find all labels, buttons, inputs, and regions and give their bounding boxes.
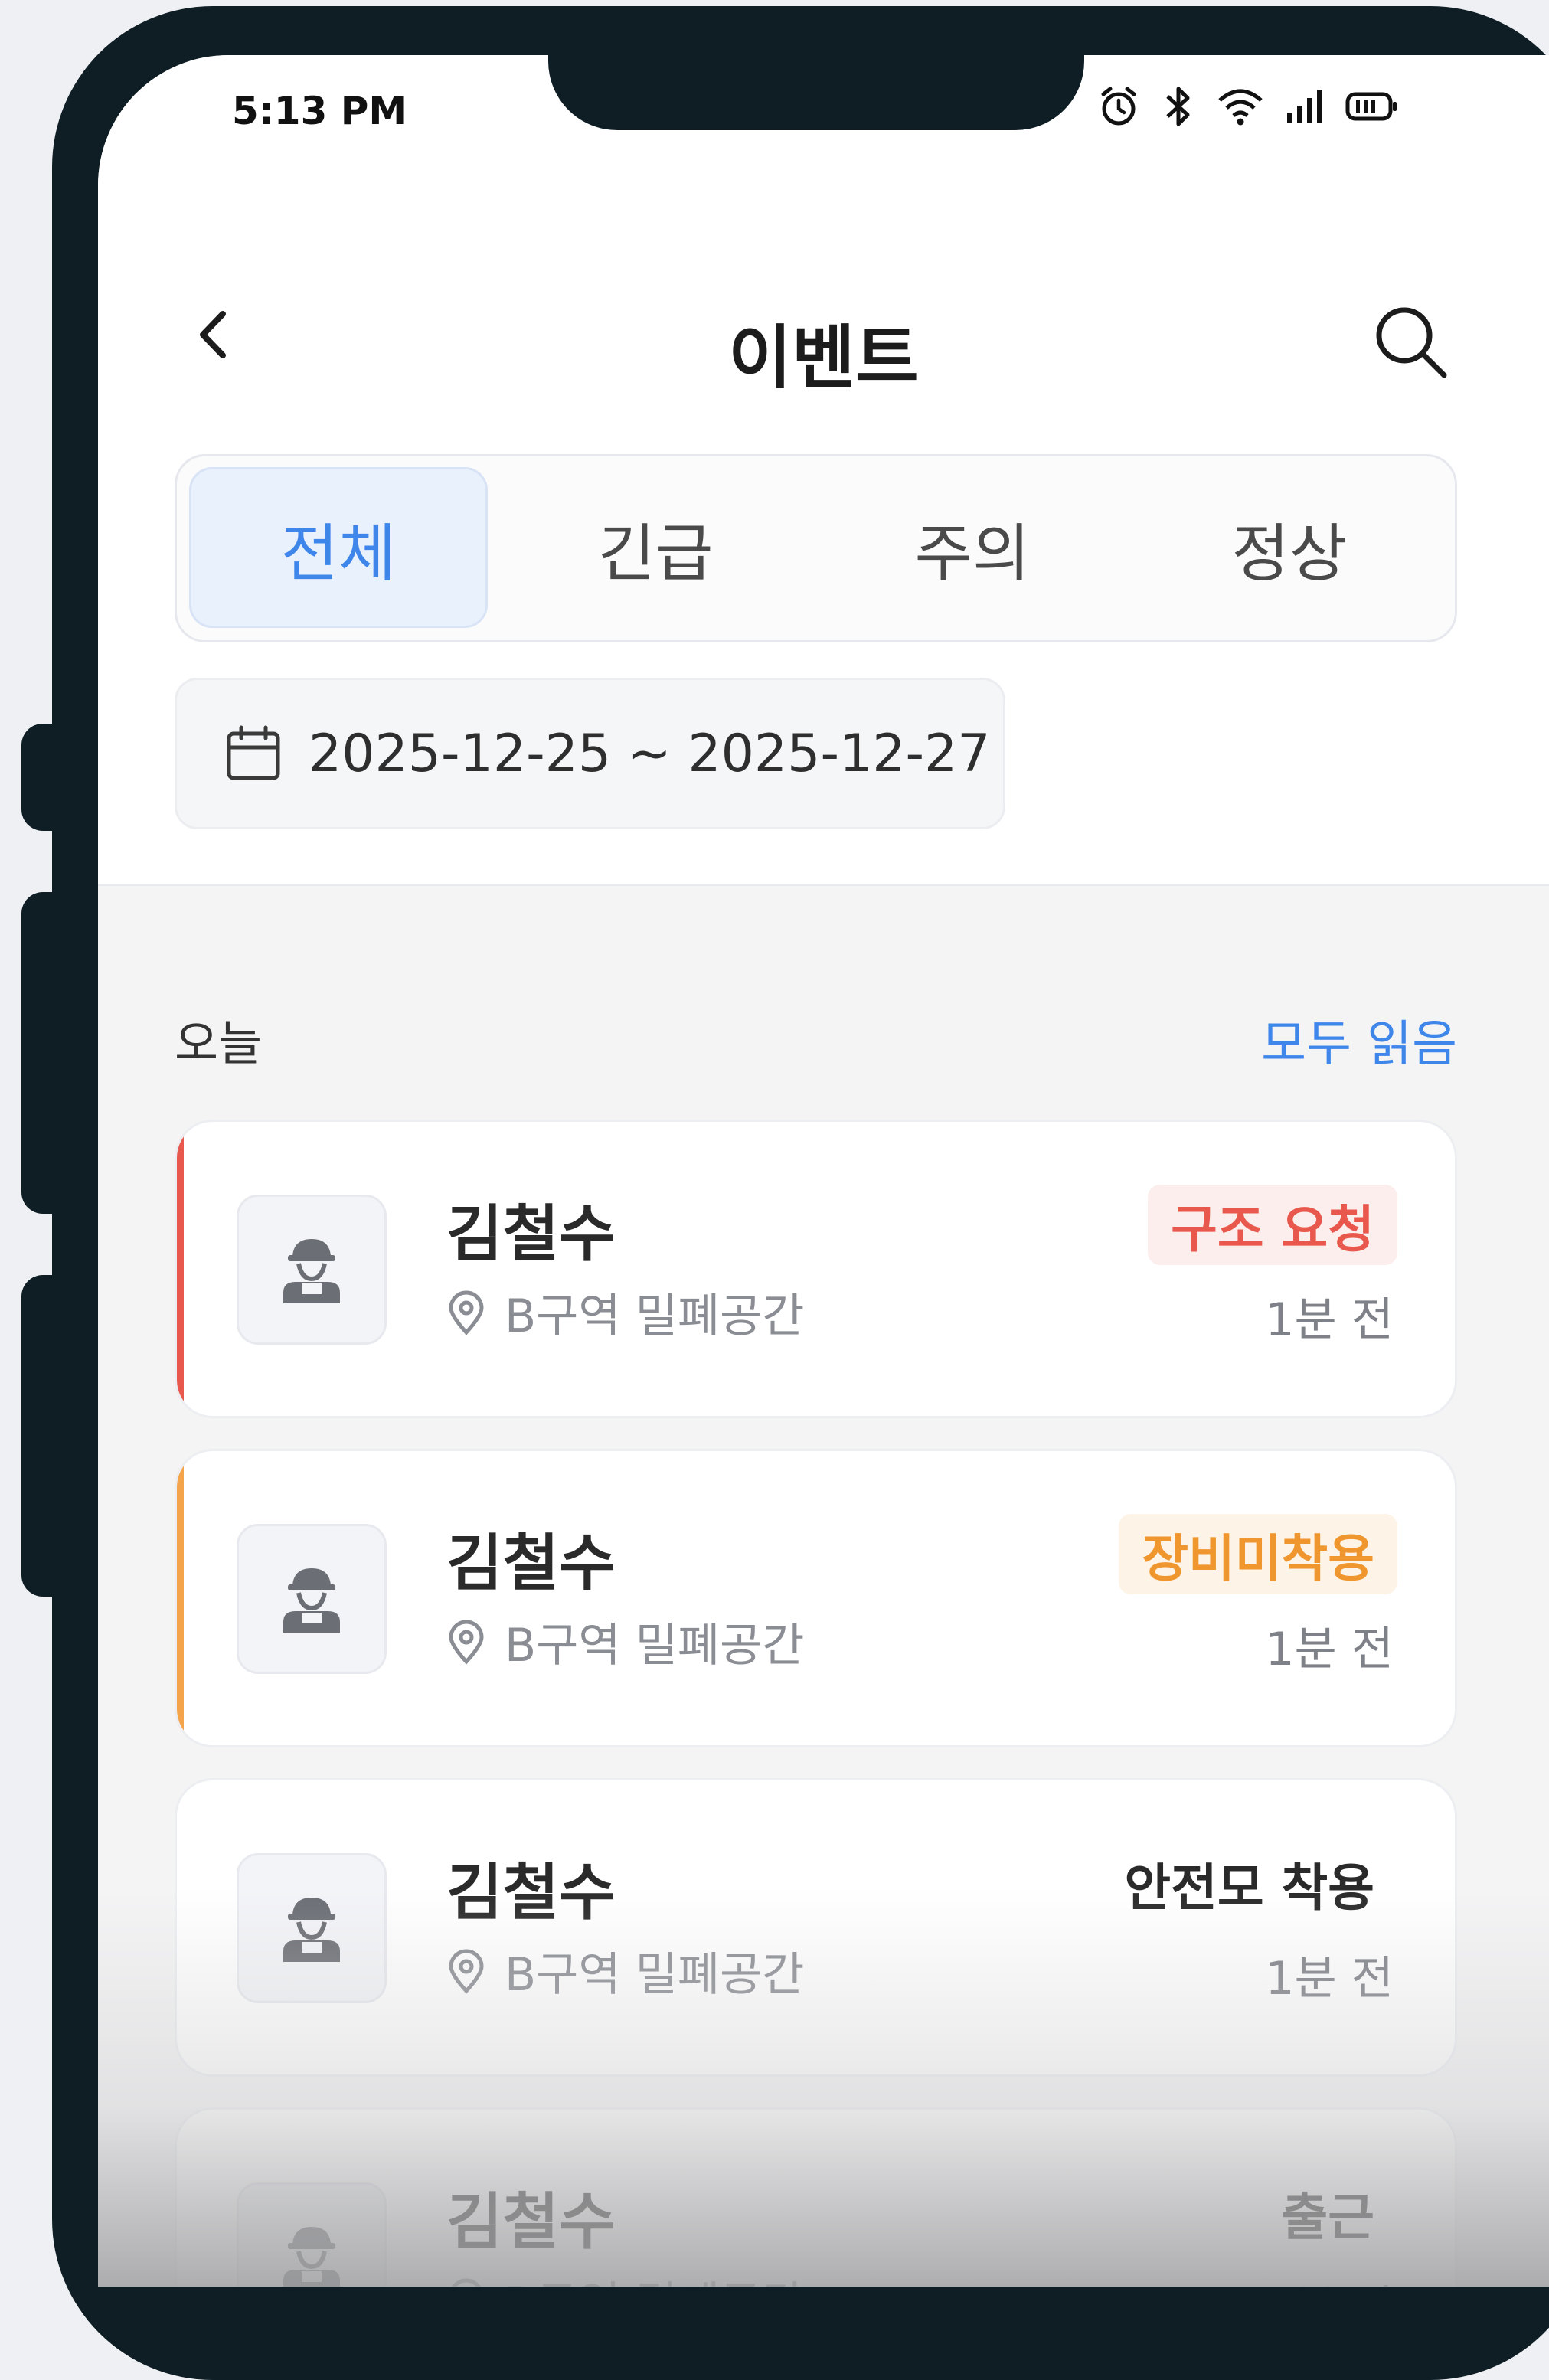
wifi-icon [1217, 87, 1264, 126]
header: 이벤트 [98, 270, 1549, 400]
event-accent-stripe [177, 1451, 184, 1745]
event-card[interactable]: 김철수 B구역 밀폐공간 장비미착용 1분 전 [175, 1449, 1457, 1747]
event-location-text: B구역 밀폐공간 [505, 2267, 804, 2287]
avatar [237, 2182, 387, 2287]
section-label-today: 오늘 [175, 1015, 263, 1071]
tab-urgent[interactable]: 긴급 [506, 467, 805, 628]
tab-caution[interactable]: 주의 [823, 467, 1122, 628]
event-tag-badge: 구조 요청 [1148, 1185, 1397, 1265]
worker-helmet-icon [283, 2227, 340, 2287]
event-name: 김철수 [446, 1528, 616, 1599]
page-title: 이벤트 [728, 318, 919, 398]
event-tag-badge: 장비미착용 [1119, 1514, 1397, 1594]
event-tag-label: 출근 [1281, 2187, 1374, 2247]
phone-screen: 5:13 PM 이벤트 전체 긴급 주의 정상 2025-12-25 ~ 202… [98, 55, 1549, 2287]
event-time: 1분 전 [1265, 1293, 1394, 1347]
event-location: B구역 밀폐공간 [446, 1608, 804, 1675]
event-time: 1분 전 [1265, 1952, 1394, 2006]
date-range-filter[interactable]: 2025-12-25 ~ 2025-12-27 [175, 678, 1005, 829]
event-time: 1분 전 [1265, 1623, 1394, 1676]
tab-normal[interactable]: 정상 [1140, 467, 1439, 628]
avatar [237, 1524, 387, 1674]
event-name: 김철수 [446, 1857, 616, 1928]
location-pin-icon [451, 2278, 482, 2287]
event-accent-stripe [177, 1122, 184, 1416]
event-location: B구역 밀폐공간 [446, 1279, 804, 1345]
filter-tabs: 전체 긴급 주의 정상 [175, 454, 1457, 642]
event-location: B구역 밀폐공간 [446, 1937, 804, 2004]
location-pin-icon [449, 1290, 484, 1335]
event-location-text: B구역 밀폐공간 [505, 1619, 805, 1672]
event-location-text: B구역 밀폐공간 [505, 1290, 805, 1343]
event-time: 1분 전 [1265, 2270, 1394, 2287]
avatar [237, 1195, 387, 1345]
tab-all[interactable]: 전체 [189, 467, 488, 628]
event-card[interactable]: 김철수 B구역 밀폐공간 출근 1분 전 [175, 2107, 1457, 2287]
status-icons [1097, 84, 1399, 129]
avatar [237, 1853, 387, 2003]
event-location: B구역 밀폐공간 [446, 2267, 804, 2287]
worker-helmet-icon [283, 1568, 340, 1633]
location-pin-icon [449, 1949, 484, 1994]
battery-icon [1345, 91, 1399, 122]
search-button[interactable] [1369, 300, 1453, 384]
worker-helmet-icon [283, 1898, 340, 1962]
event-tag-label: 안전모 착용 [1124, 1858, 1374, 1917]
alarm-icon [1097, 85, 1140, 128]
search-icon [1376, 307, 1447, 378]
calendar-icon [227, 725, 280, 780]
worker-helmet-icon [283, 1239, 340, 1303]
location-pin-icon [449, 1620, 484, 1665]
event-card[interactable]: 김철수 B구역 밀폐공간 구조 요청 1분 전 [175, 1120, 1457, 1418]
event-name: 김철수 [446, 1198, 616, 1270]
event-location-text: B구역 밀폐공간 [505, 1948, 805, 2002]
notch [548, 55, 1084, 130]
date-range-text: 2025-12-25 ~ 2025-12-27 [309, 723, 991, 784]
signal-icon [1286, 89, 1324, 124]
bluetooth-icon [1162, 84, 1195, 129]
event-card[interactable]: 김철수 B구역 밀폐공간 안전모 착용 1분 전 [175, 1778, 1457, 2077]
status-time: 5:13 PM [232, 89, 407, 133]
mark-all-read-button[interactable]: 모두 읽음 [1261, 1005, 1457, 1075]
event-name: 김철수 [446, 2186, 616, 2257]
